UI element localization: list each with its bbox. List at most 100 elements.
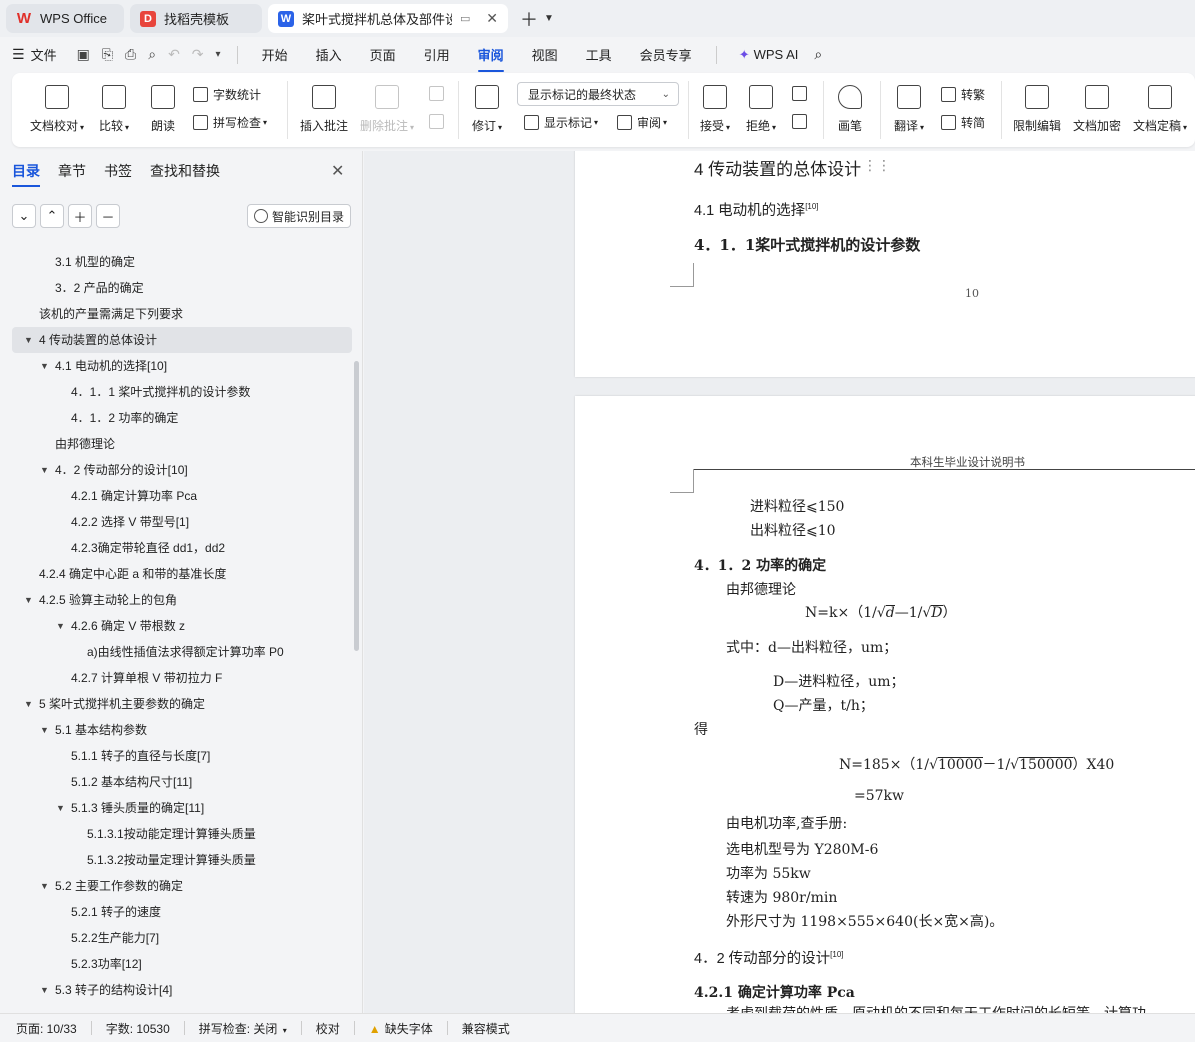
prev-change-button[interactable] bbox=[792, 86, 812, 101]
missing-font-status[interactable]: ▲ 缺失字体 bbox=[369, 1020, 433, 1037]
to-simplified-button[interactable]: 转简 bbox=[941, 114, 985, 131]
toc-item[interactable]: 4．1．2 功率的确定 bbox=[12, 405, 352, 431]
drag-handle-icon[interactable]: ⋮⋮ bbox=[863, 157, 891, 174]
toc-item[interactable]: 5.1.3.1按动能定理计算锤头质量 bbox=[12, 821, 352, 847]
word-count-button[interactable]: 字数统计 bbox=[193, 86, 261, 103]
expand-arrow-icon[interactable]: ▼ bbox=[56, 613, 65, 639]
toc-item[interactable]: 由邦德理论 bbox=[12, 431, 352, 457]
toc-item[interactable]: ▼ 5.3 转子的结构设计[4] bbox=[12, 977, 352, 1003]
toc-item[interactable]: 3.1 机型的确定 bbox=[12, 249, 352, 275]
spell-check-button[interactable]: 拼写检查 ▾ bbox=[193, 114, 267, 131]
window-icon[interactable]: ▭ bbox=[460, 12, 470, 25]
expand-arrow-icon[interactable]: ▼ bbox=[24, 691, 33, 717]
save-icon[interactable]: ▣ bbox=[77, 46, 90, 63]
next-comment-button[interactable] bbox=[429, 114, 449, 129]
menu-page[interactable]: 页面 bbox=[370, 45, 396, 64]
toc-item[interactable]: 4.2.2 选择 V 带型号[1] bbox=[12, 509, 352, 535]
tab-document[interactable]: W 桨叶式搅拌机总体及部件设计 ▭ ✕ bbox=[268, 4, 508, 33]
toc-item[interactable]: 5.1.3.2按动量定理计算锤头质量 bbox=[12, 847, 352, 873]
restrict-edit-button[interactable]: 限制编辑 bbox=[1013, 85, 1061, 134]
print-preview-icon[interactable]: ⌕ bbox=[148, 46, 156, 63]
compare-button[interactable]: 比较 ▾ bbox=[99, 85, 129, 134]
print-icon[interactable]: ⎙ bbox=[125, 46, 136, 63]
menu-references[interactable]: 引用 bbox=[424, 45, 450, 64]
add-heading-button[interactable]: ＋ bbox=[68, 204, 92, 228]
document-canvas[interactable]: ⋮⋮ 4 传动装置的总体设计 4.1 电动机的选择[10] 4．1．1桨叶式搅拌… bbox=[364, 151, 1195, 1013]
toc-item[interactable]: 3．2 产品的确定 bbox=[12, 275, 352, 301]
close-icon[interactable]: ✕ bbox=[486, 10, 498, 27]
toc-item[interactable]: ▼ 5.2 主要工作参数的确定 bbox=[12, 873, 352, 899]
toc-item[interactable]: ▼ 5.1.3 锤头质量的确定[11] bbox=[12, 795, 352, 821]
next-change-button[interactable] bbox=[792, 114, 812, 129]
to-traditional-button[interactable]: 转繁 bbox=[941, 86, 985, 103]
tab-wps-office[interactable]: W WPS Office bbox=[6, 4, 124, 33]
expand-arrow-icon[interactable]: ▼ bbox=[24, 587, 33, 613]
toc-item[interactable]: 5.1.1 转子的直径与长度[7] bbox=[12, 743, 352, 769]
markup-state-select[interactable]: 显示标记的最终状态 ⌄ bbox=[517, 82, 679, 106]
review-pane-button[interactable]: 审阅 ▾ bbox=[617, 114, 667, 131]
read-aloud-button[interactable]: 朗读 bbox=[151, 85, 175, 134]
redo-icon[interactable]: ↷ bbox=[192, 46, 204, 63]
toc-item[interactable]: 5.1.2 基本结构尺寸[11] bbox=[12, 769, 352, 795]
remove-heading-button[interactable]: － bbox=[96, 204, 120, 228]
proof-status[interactable]: 校对 bbox=[316, 1020, 340, 1037]
toc-item[interactable]: 4.2.7 计算单根 V 带初拉力 F bbox=[12, 665, 352, 691]
toc-item[interactable]: ▼ 4.1 电动机的选择[10] bbox=[12, 353, 352, 379]
toc-item[interactable]: 4.2.1 确定计算功率 Pca bbox=[12, 483, 352, 509]
menu-insert[interactable]: 插入 bbox=[316, 45, 342, 64]
hamburger-icon[interactable]: ☰ bbox=[12, 46, 25, 63]
undo-icon[interactable]: ↶ bbox=[168, 46, 180, 63]
menu-tools[interactable]: 工具 bbox=[586, 45, 612, 64]
spell-check-status[interactable]: 拼写检查: 关闭 ▾ bbox=[199, 1020, 287, 1037]
wps-ai-button[interactable]: ✦ WPS AI bbox=[739, 47, 799, 63]
word-count-indicator[interactable]: 字数: 10530 bbox=[106, 1020, 170, 1037]
tab-bookmarks[interactable]: 书签 bbox=[104, 161, 132, 181]
toc-item[interactable]: ▼ 4．2 传动部分的设计[10] bbox=[12, 457, 352, 483]
toc-item[interactable]: ▼ 5.1 基本结构参数 bbox=[12, 717, 352, 743]
insert-comment-button[interactable]: 插入批注 bbox=[300, 85, 348, 134]
accept-button[interactable]: 接受 ▾ bbox=[700, 85, 730, 134]
expand-button[interactable]: ⌃ bbox=[40, 204, 64, 228]
revise-button[interactable]: 修订 ▾ bbox=[472, 85, 502, 134]
toc-item[interactable]: ▼ 5 桨叶式搅拌机主要参数的确定 bbox=[12, 691, 352, 717]
finalize-button[interactable]: 文档定稿 ▾ bbox=[1133, 85, 1187, 134]
close-icon[interactable]: ✕ bbox=[331, 161, 344, 181]
toc-item[interactable]: ▼ 4.2.5 验算主动轮上的包角 bbox=[12, 587, 352, 613]
encrypt-button[interactable]: 文档加密 bbox=[1073, 85, 1121, 134]
expand-arrow-icon[interactable]: ▼ bbox=[40, 717, 49, 743]
toc-item[interactable]: 4.2.4 确定中心距 a 和带的基准长度 bbox=[12, 561, 352, 587]
tab-toc[interactable]: 目录 bbox=[12, 161, 40, 187]
toc-item[interactable]: ▼ 4 传动装置的总体设计 bbox=[12, 327, 352, 353]
pen-button[interactable]: 画笔 bbox=[838, 85, 862, 134]
more-chevron-icon[interactable]: ▾ bbox=[216, 49, 221, 60]
toc-item[interactable]: 5.2.3功率[12] bbox=[12, 951, 352, 977]
tab-chapters[interactable]: 章节 bbox=[58, 161, 86, 181]
tab-find-replace[interactable]: 查找和替换 bbox=[150, 161, 220, 181]
toc-item[interactable]: 4．1．1 桨叶式搅拌机的设计参数 bbox=[12, 379, 352, 405]
search-icon[interactable]: ⌕ bbox=[814, 46, 822, 63]
expand-arrow-icon[interactable]: ▼ bbox=[40, 457, 49, 483]
expand-arrow-icon[interactable]: ▼ bbox=[40, 977, 49, 1003]
smart-toc-button[interactable]: 智能识别目录 bbox=[247, 204, 351, 228]
menu-view[interactable]: 视图 bbox=[532, 45, 558, 64]
export-icon[interactable]: ⎘ bbox=[102, 46, 113, 63]
panel-scrollbar[interactable] bbox=[354, 361, 359, 651]
toc-item[interactable]: ▼ 4.2.6 确定 V 带根数 z bbox=[12, 613, 352, 639]
translate-button[interactable]: 翻译 ▾ bbox=[894, 85, 924, 134]
toc-item[interactable]: a)由线性插值法求得额定计算功率 P0 bbox=[12, 639, 352, 665]
toc-item[interactable]: 5.2.2生产能力[7] bbox=[12, 925, 352, 951]
expand-arrow-icon[interactable]: ▼ bbox=[56, 795, 65, 821]
expand-arrow-icon[interactable]: ▼ bbox=[40, 353, 49, 379]
expand-arrow-icon[interactable]: ▼ bbox=[40, 873, 49, 899]
tab-docer[interactable]: D 找稻壳模板 bbox=[130, 4, 262, 33]
collapse-button[interactable]: ⌄ bbox=[12, 204, 36, 228]
add-tab-icon[interactable]: ＋ bbox=[520, 6, 538, 32]
reject-button[interactable]: 拒绝 ▾ bbox=[746, 85, 776, 134]
doc-proof-button[interactable]: 文档校对 ▾ bbox=[30, 85, 84, 134]
delete-comment-button[interactable]: 删除批注 ▾ bbox=[360, 85, 414, 134]
menu-member[interactable]: 会员专享 bbox=[640, 45, 692, 64]
expand-arrow-icon[interactable]: ▼ bbox=[24, 327, 33, 353]
toc-item[interactable]: 5.2.1 转子的速度 bbox=[12, 899, 352, 925]
toc-item[interactable]: 该机的产量需满足下列要求 bbox=[12, 301, 352, 327]
show-markup-button[interactable]: 显示标记 ▾ bbox=[524, 114, 598, 131]
